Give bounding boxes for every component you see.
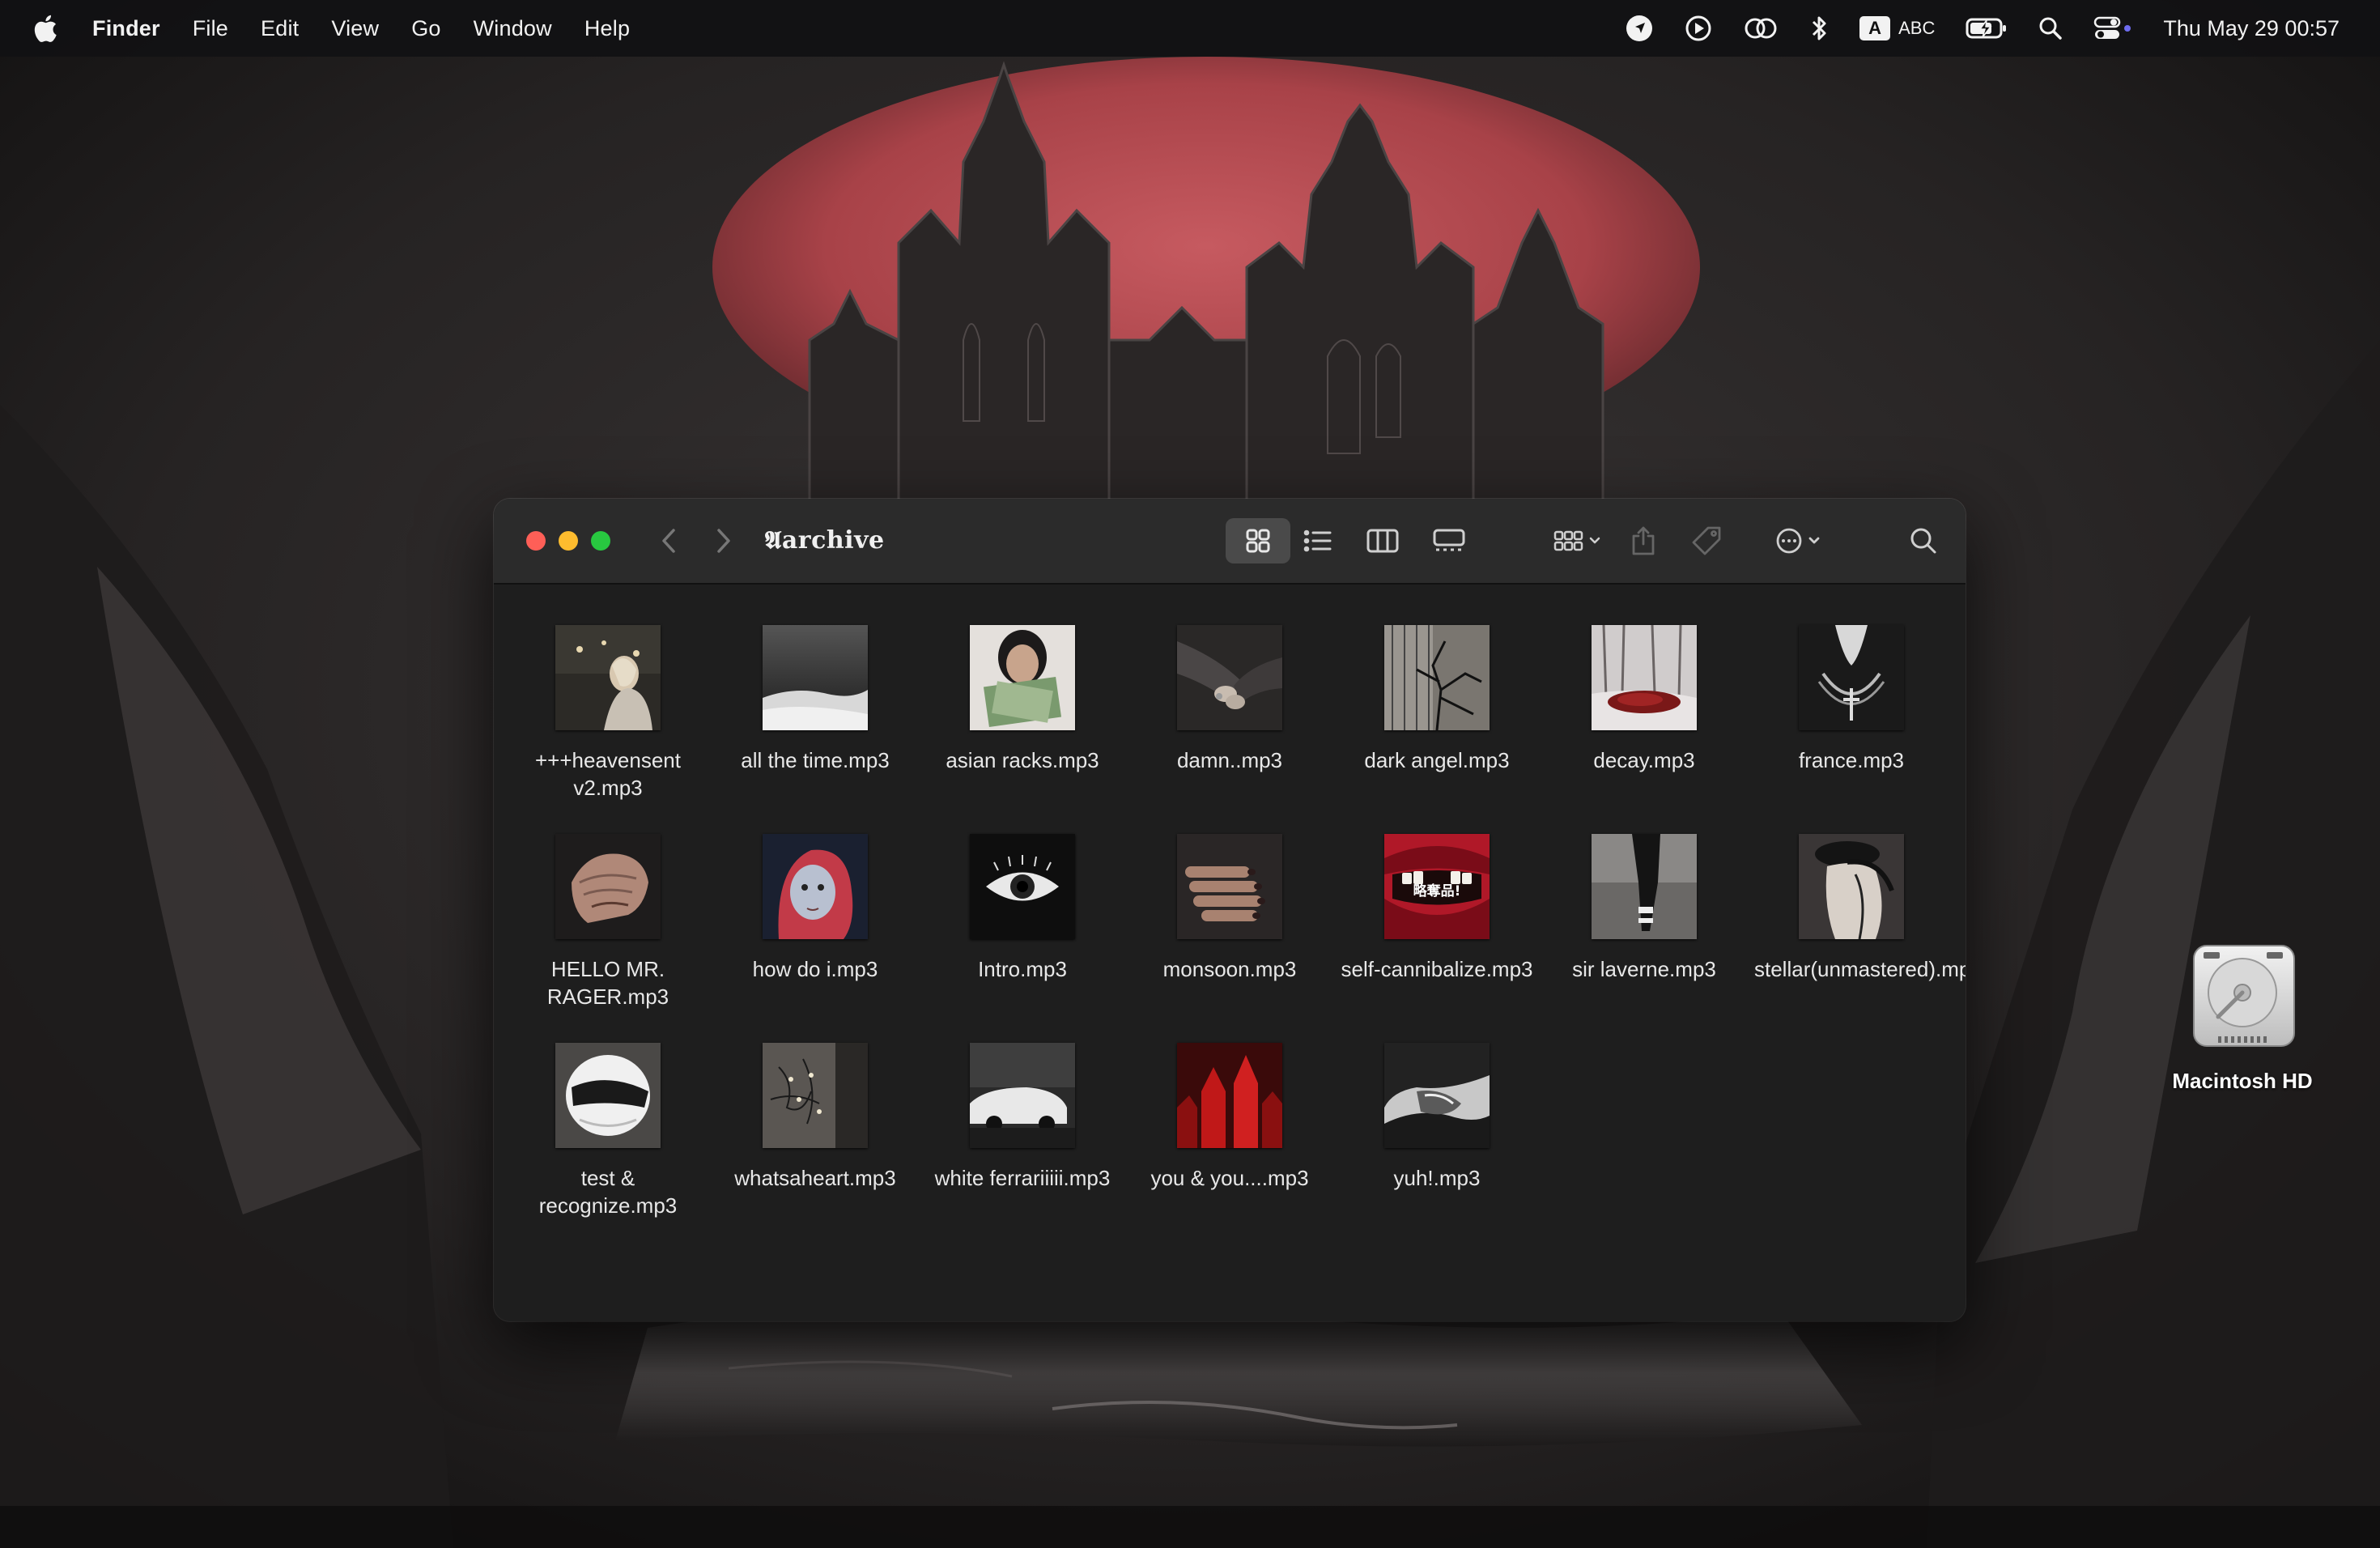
battery-charging-icon[interactable] [1966, 17, 2008, 40]
icon-view-icon[interactable] [1226, 518, 1290, 563]
file-item[interactable]: how do i.mp3 [718, 834, 912, 1036]
file-name: test & recognize.mp3 [538, 1166, 678, 1218]
album-art-thumbnail [1799, 625, 1904, 730]
menu-help[interactable]: Help [584, 16, 630, 41]
file-name: dark angel.mp3 [1364, 748, 1510, 772]
file-name: how do i.mp3 [752, 957, 878, 981]
more-actions-icon[interactable] [1768, 518, 1833, 563]
file-item[interactable]: whatsaheart.mp3 [718, 1043, 912, 1245]
file-item[interactable]: white ferrariiiii.mp3 [925, 1043, 1120, 1245]
gallery-view-icon[interactable] [1426, 518, 1472, 563]
file-name: all the time.mp3 [741, 748, 890, 772]
file-name: stellar(unmastered).mp3 [1754, 957, 1966, 981]
file-item[interactable]: dark angel.mp3 [1340, 625, 1534, 827]
input-source-icon[interactable]: A ABC [1859, 16, 1935, 40]
file-item[interactable]: test & recognize.mp3 [511, 1043, 705, 1245]
share-icon[interactable] [1621, 518, 1666, 563]
file-grid: +++heavensent v2.mp3 all the time.mp3 as… [494, 583, 1966, 1321]
menu-bar: Finder File Edit View Go Window Help A A… [0, 0, 2380, 57]
file-name: asian racks.mp3 [946, 748, 1099, 772]
album-art-thumbnail [555, 834, 661, 939]
menubar-clock[interactable]: Thu May 29 00:57 [2163, 16, 2340, 41]
menu-edit[interactable]: Edit [261, 16, 299, 41]
list-view-icon[interactable] [1295, 518, 1341, 563]
hard-drive-icon [2193, 945, 2295, 1047]
close-button[interactable] [526, 531, 546, 551]
finder-toolbar: 𝕬archive [494, 499, 1966, 585]
menu-go[interactable]: Go [411, 16, 440, 41]
file-item[interactable]: HELLO MR. RAGER.mp3 [511, 834, 705, 1036]
file-name: you & you....mp3 [1150, 1166, 1309, 1190]
album-art-thumbnail [1384, 625, 1490, 730]
album-art-thumbnail [970, 625, 1075, 730]
menu-file[interactable]: File [193, 16, 228, 41]
file-name: monsoon.mp3 [1162, 957, 1297, 981]
desktop-disk-macintosh-hd[interactable]: Macintosh HD [2161, 939, 2323, 1101]
album-art-thumbnail [970, 1043, 1075, 1148]
file-name: france.mp3 [1798, 748, 1905, 772]
album-art-thumbnail [1592, 625, 1697, 730]
album-art-thumbnail [763, 834, 868, 939]
forward-icon[interactable] [708, 525, 740, 557]
apple-logo-icon[interactable] [31, 13, 58, 44]
spotlight-icon[interactable] [2038, 16, 2063, 40]
file-name: whatsaheart.mp3 [734, 1166, 896, 1190]
group-by-icon[interactable] [1546, 518, 1611, 563]
thumbnail-caption: 略奪品! [1413, 882, 1461, 899]
menu-view[interactable]: View [331, 16, 379, 41]
file-name: HELLO MR. RAGER.mp3 [546, 957, 669, 1009]
album-art-thumbnail [1177, 1043, 1282, 1148]
input-source-name: ABC [1898, 18, 1936, 38]
menu-window[interactable]: Window [474, 16, 552, 41]
bluetooth-icon[interactable] [1809, 15, 1829, 42]
file-name: damn..mp3 [1176, 748, 1283, 772]
file-item[interactable]: you & you....mp3 [1133, 1043, 1327, 1245]
file-item[interactable]: decay.mp3 [1547, 625, 1741, 827]
album-art-thumbnail [555, 625, 661, 730]
file-item[interactable]: monsoon.mp3 [1133, 834, 1327, 1036]
file-item[interactable]: yuh!.mp3 [1340, 1043, 1534, 1245]
menu-app-name[interactable]: Finder [92, 16, 160, 41]
file-name: Intro.mp3 [978, 957, 1067, 981]
file-name: white ferrariiiii.mp3 [934, 1166, 1111, 1190]
album-art-thumbnail [763, 1043, 868, 1148]
file-item[interactable]: france.mp3 [1754, 625, 1949, 827]
screen-mirroring-icon[interactable] [1743, 15, 1779, 41]
album-art-thumbnail [1177, 834, 1282, 939]
album-art-thumbnail [970, 834, 1075, 939]
album-art-thumbnail [1592, 834, 1697, 939]
finder-window: 𝕬archive +++heavensent v2.mp3 all the ti… [494, 499, 1966, 1321]
window-title: 𝕬archive [764, 526, 885, 555]
input-source-letter: A [1859, 16, 1891, 40]
file-name: sir laverne.mp3 [1572, 957, 1716, 981]
file-item[interactable]: sir laverne.mp3 [1547, 834, 1741, 1036]
album-art-thumbnail [763, 625, 868, 730]
file-name: decay.mp3 [1593, 748, 1695, 772]
column-view-icon[interactable] [1360, 518, 1405, 563]
file-name: self-cannibalize.mp3 [1341, 957, 1533, 981]
file-item[interactable]: asian racks.mp3 [925, 625, 1120, 827]
album-art-thumbnail [1799, 834, 1904, 939]
back-icon[interactable] [652, 525, 685, 557]
album-art-thumbnail [555, 1043, 661, 1148]
tag-icon[interactable] [1684, 518, 1729, 563]
file-name: yuh!.mp3 [1393, 1166, 1481, 1190]
play-circle-icon[interactable] [1685, 15, 1712, 42]
file-item[interactable]: all the time.mp3 [718, 625, 912, 827]
disk-label: Macintosh HD [2172, 1069, 2313, 1093]
album-art-thumbnail [1177, 625, 1282, 730]
file-name: +++heavensent v2.mp3 [535, 748, 681, 800]
file-item[interactable]: stellar(unmastered).mp3 [1754, 834, 1966, 1036]
location-arrow-icon[interactable] [1625, 14, 1654, 43]
file-item[interactable]: Intro.mp3 [925, 834, 1120, 1036]
file-item[interactable]: damn..mp3 [1133, 625, 1327, 827]
album-art-thumbnail [1384, 1043, 1490, 1148]
album-art-thumbnail: 略奪品! [1384, 834, 1490, 939]
search-icon[interactable] [1901, 518, 1946, 563]
file-item[interactable]: +++heavensent v2.mp3 [511, 625, 705, 827]
maximize-button[interactable] [591, 531, 610, 551]
control-center-icon[interactable] [2093, 15, 2132, 41]
file-item[interactable]: 略奪品! self-cannibalize.mp3 [1340, 834, 1534, 1036]
minimize-button[interactable] [559, 531, 578, 551]
